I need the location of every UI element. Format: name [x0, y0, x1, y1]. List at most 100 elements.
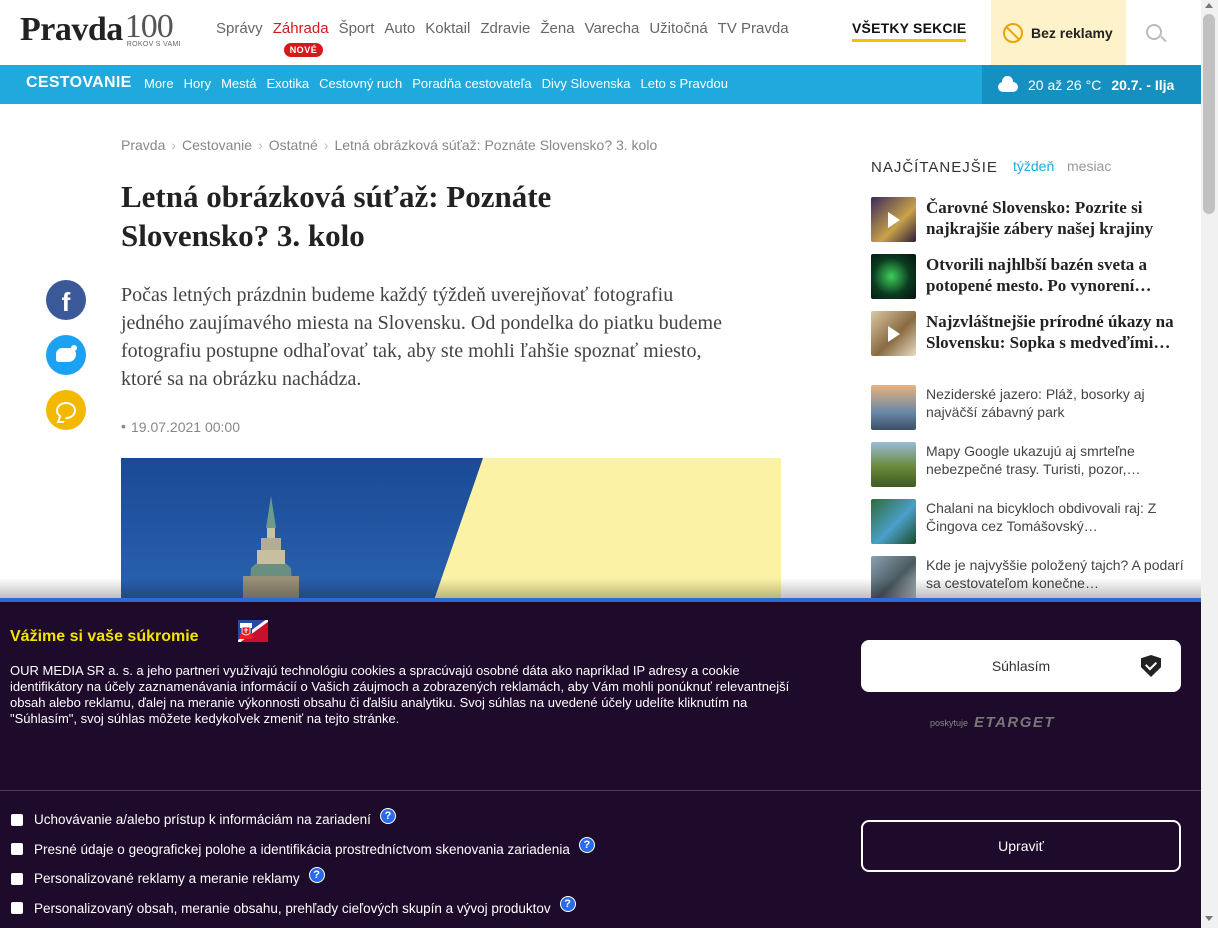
consent-checkbox[interactable] — [11, 902, 23, 915]
consent-option-label: Presné údaje o geografickej polohe a ide… — [34, 841, 570, 857]
consent-checkbox[interactable] — [11, 843, 23, 856]
most-read-item[interactable]: Neziderské jazero: Pláž, bosorky aj najv… — [871, 385, 1191, 430]
section-link-poradna[interactable]: Poradňa cestovateľa — [412, 76, 531, 91]
nav-item-zena[interactable]: Žena — [540, 20, 574, 37]
no-ads-label: Bez reklamy — [1031, 24, 1113, 41]
breadcrumb-chevron-icon: › — [171, 137, 177, 153]
logo-100-badge: 100 ROKOV S VAMI — [125, 10, 185, 52]
most-read-title: Mapy Google ukazujú aj smrteľne nebezpeč… — [926, 443, 1141, 477]
no-ads-button[interactable]: Bez reklamy — [991, 0, 1126, 65]
publish-date: 19.07.2021 00:00 — [121, 418, 240, 435]
tab-month[interactable]: mesiac — [1067, 158, 1111, 174]
twitter-share-button[interactable] — [46, 335, 86, 375]
most-read-title: Otvorili najhlbší bazén sveta a potopené… — [926, 255, 1152, 295]
nav-item-spravy[interactable]: Správy — [216, 20, 263, 37]
section-link-mesta[interactable]: Mestá — [221, 76, 256, 91]
nav-item-koktail[interactable]: Koktail — [425, 20, 470, 37]
section-bar: CESTOVANIE More Hory Mestá Exotika Cesto… — [0, 65, 1201, 104]
weather-date-nameday: 20.7. - Ilja — [1111, 76, 1175, 93]
nav-item-sport[interactable]: Šport — [339, 20, 375, 37]
facebook-icon: f — [61, 286, 71, 317]
search-icon[interactable] — [1146, 24, 1162, 40]
most-read-title: Najzvláštnejšie prírodné úkazy na Sloven… — [926, 312, 1174, 352]
consent-option-label: Uchovávanie a/alebo prístup k informáciá… — [34, 812, 371, 828]
most-read-item[interactable]: Mapy Google ukazujú aj smrteľne nebezpeč… — [871, 442, 1191, 487]
top-header: Pravda 100 ROKOV S VAMI Správy Záhrada NO… — [0, 0, 1201, 65]
article-perex: Počas letných prázdnin budeme každý týžd… — [121, 284, 722, 390]
nav-item-label: Záhrada — [272, 20, 329, 37]
article-thumbnail — [871, 442, 916, 487]
weather-temperature: 20 až 26 °C — [1028, 76, 1102, 93]
play-icon — [888, 212, 900, 228]
section-link-cestovny-ruch[interactable]: Cestovný ruch — [319, 76, 402, 91]
facebook-share-button[interactable]: f — [46, 280, 86, 320]
breadcrumb-item[interactable]: Cestovanie — [182, 137, 252, 153]
breadcrumb-chevron-icon: › — [323, 137, 329, 153]
banner-shadow — [0, 578, 1201, 598]
article-thumbnail — [871, 499, 916, 544]
consent-checkbox[interactable] — [11, 872, 23, 885]
most-read-title: Chalani na bicykloch obdivovali raj: Z Č… — [926, 500, 1157, 534]
scrollbar-thumb[interactable] — [1203, 14, 1215, 214]
section-link-leto-s-pravdou[interactable]: Leto s Pravdou — [641, 76, 728, 91]
section-link-divy-slovenska[interactable]: Divy Slovenska — [542, 76, 631, 91]
all-sections-link[interactable]: VŠETKY SEKCIE — [852, 20, 967, 42]
logo-number: 100 — [124, 8, 174, 45]
info-icon[interactable]: ? — [559, 896, 576, 913]
twitter-icon — [56, 345, 77, 362]
page-scrollbar[interactable] — [1201, 0, 1218, 928]
info-icon[interactable]: ? — [379, 807, 396, 824]
section-link-exotika[interactable]: Exotika — [266, 76, 309, 91]
nav-item-varecha[interactable]: Varecha — [585, 20, 640, 37]
etarget-logo: ETARGET — [974, 714, 1056, 731]
scroll-up-arrow-icon[interactable] — [1205, 3, 1213, 8]
consent-option[interactable]: Personalizované reklamy a meranie reklam… — [11, 864, 595, 894]
consent-option-label: Personalizovaný obsah, meranie obsahu, p… — [34, 900, 551, 916]
scroll-down-arrow-icon[interactable] — [1205, 916, 1213, 921]
article-thumbnail — [871, 385, 916, 430]
nav-item-zahrada[interactable]: Záhrada NOVÉ — [272, 20, 329, 57]
consent-option[interactable]: Personalizovaný obsah, meranie obsahu, p… — [11, 894, 595, 924]
most-read-item[interactable]: Čarovné Slovensko: Pozrite si najkrajšie… — [871, 197, 1191, 242]
cookie-consent-banner: Vážime si vaše súkromie OUR MEDIA SR a. … — [0, 598, 1201, 928]
info-icon[interactable]: ? — [578, 837, 595, 854]
cookie-title: Vážime si vaše súkromie — [10, 628, 199, 645]
section-link-hory[interactable]: Hory — [184, 76, 211, 91]
breadcrumb-chevron-icon: › — [258, 137, 263, 153]
most-read-heading: NAJČÍTANEJŠIE — [871, 159, 998, 176]
pravda-logo[interactable]: Pravda 100 ROKOV S VAMI — [20, 10, 185, 52]
logo-subtitle: ROKOV S VAMI — [126, 41, 181, 48]
breadcrumb-item[interactable]: Ostatné — [269, 137, 318, 153]
nav-item-auto[interactable]: Auto — [384, 20, 415, 37]
edit-preferences-button[interactable]: Upraviť — [861, 820, 1181, 872]
breadcrumb-item[interactable]: Pravda — [121, 137, 165, 153]
consent-checkbox[interactable] — [11, 813, 23, 826]
most-read-item[interactable]: Chalani na bicykloch obdivovali raj: Z Č… — [871, 499, 1191, 544]
comments-button[interactable] — [46, 390, 86, 430]
agree-button[interactable]: Súhlasím — [861, 640, 1181, 692]
article-thumbnail — [871, 197, 916, 242]
weather-widget[interactable]: 20 až 26 °C 20.7. - Ilja — [982, 65, 1201, 104]
most-read-item[interactable]: Otvorili najhlbší bazén sveta a potopené… — [871, 254, 1191, 299]
breadcrumb-current: Letná obrázková súťaž: Poznáte Slovensko… — [334, 137, 658, 153]
info-icon[interactable]: ? — [308, 866, 325, 883]
section-link-more[interactable]: More — [144, 76, 174, 91]
nav-item-zdravie[interactable]: Zdravie — [480, 20, 530, 37]
nav-item-tv-pravda[interactable]: TV Pravda — [718, 20, 789, 37]
banner-divider — [0, 790, 1201, 791]
main-nav: Správy Záhrada NOVÉ Šport Auto Koktail Zd… — [216, 20, 799, 57]
article-thumbnail — [871, 311, 916, 356]
nav-item-uzitocna[interactable]: Užitočná — [649, 20, 707, 37]
cookie-text: OUR MEDIA SR a. s. a jeho partneri využí… — [10, 663, 790, 726]
tab-week[interactable]: týždeň — [1013, 158, 1054, 174]
edit-button-label: Upraviť — [998, 838, 1044, 854]
consent-option-label: Personalizované reklamy a meranie reklam… — [34, 871, 300, 887]
language-flag-icon[interactable] — [238, 620, 268, 642]
consent-option[interactable]: Uchovávanie a/alebo prístup k informáciá… — [11, 805, 595, 835]
most-read-title: Čarovné Slovensko: Pozrite si najkrajšie… — [926, 198, 1154, 238]
logo-word: Pravda — [20, 11, 123, 48]
consent-option[interactable]: Presné údaje o geografickej polohe a ide… — [11, 835, 595, 865]
section-title[interactable]: CESTOVANIE — [26, 74, 132, 92]
most-read-item[interactable]: Najzvláštnejšie prírodné úkazy na Sloven… — [871, 311, 1191, 356]
article-thumbnail — [871, 254, 916, 299]
